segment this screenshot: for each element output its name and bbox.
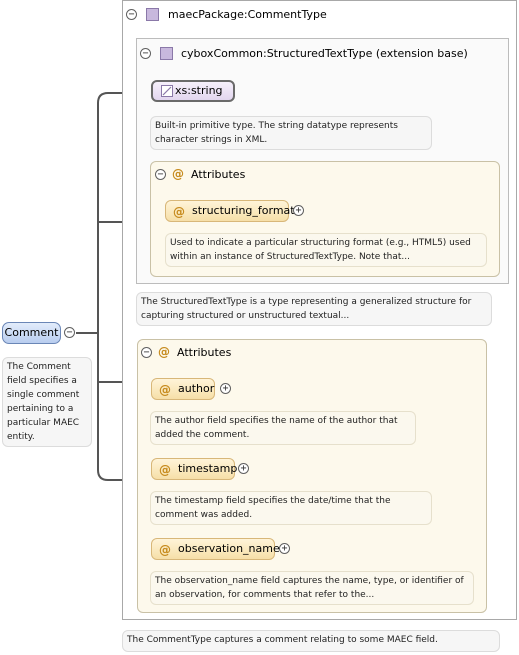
attribute-icon: @: [159, 383, 171, 397]
structured-text-title: cyboxCommon:StructuredTextType (extensio…: [181, 47, 468, 60]
comment-type-collapse-icon[interactable]: −: [126, 9, 137, 20]
attribute-icon: @: [172, 167, 184, 181]
attribute-doc: The observation_name field captures the …: [150, 571, 474, 605]
attribute-icon: @: [173, 205, 185, 219]
attribute-name: author: [178, 382, 215, 395]
comment-element-doc: The Comment field specifies a single com…: [2, 357, 92, 447]
expand-icon[interactable]: +: [279, 543, 290, 554]
expand-icon[interactable]: +: [220, 383, 231, 394]
structured-text-doc: The StructuredTextType is a type represe…: [136, 292, 492, 326]
attribute-doc: Used to indicate a particular structurin…: [165, 233, 487, 267]
attribute-author[interactable]: @ author: [151, 378, 215, 400]
attribute-timestamp[interactable]: @ timestamp: [151, 458, 238, 480]
comment-type-doc: The CommentType captures a comment relat…: [122, 630, 500, 652]
attribute-doc: The timestamp field specifies the date/t…: [150, 491, 432, 525]
attribute-icon: @: [158, 345, 170, 359]
complex-type-icon: [160, 47, 173, 60]
comment-element[interactable]: Comment: [2, 322, 61, 344]
attribute-structuring-format[interactable]: @ structuring_format: [165, 200, 295, 222]
attribute-name: timestamp: [178, 462, 238, 475]
expand-icon[interactable]: +: [293, 205, 304, 216]
attribute-name: observation_name: [178, 542, 280, 555]
simple-type-icon: [161, 85, 173, 97]
comment-attributes-collapse-icon[interactable]: −: [141, 347, 152, 358]
comment-attributes-label: Attributes: [177, 346, 232, 359]
comment-type-title: maecPackage:CommentType: [168, 8, 327, 21]
structured-text-collapse-icon[interactable]: −: [140, 48, 151, 59]
comment-element-label: Comment: [4, 326, 59, 339]
xs-string-box[interactable]: xs:string: [151, 80, 235, 102]
comment-collapse-icon[interactable]: −: [64, 327, 75, 338]
xs-string-doc: Built-in primitive type. The string data…: [150, 116, 432, 150]
attribute-icon: @: [159, 463, 171, 477]
structured-text-attributes-label: Attributes: [191, 168, 246, 181]
attribute-doc: The author field specifies the name of t…: [150, 411, 416, 445]
structured-text-attributes-collapse-icon[interactable]: −: [155, 169, 166, 180]
attribute-name: structuring_format: [192, 204, 295, 217]
attribute-icon: @: [159, 543, 171, 557]
expand-icon[interactable]: +: [238, 463, 249, 474]
attribute-observation-name[interactable]: @ observation_name: [151, 538, 280, 560]
complex-type-icon: [146, 8, 159, 21]
xs-string-label: xs:string: [175, 84, 223, 97]
